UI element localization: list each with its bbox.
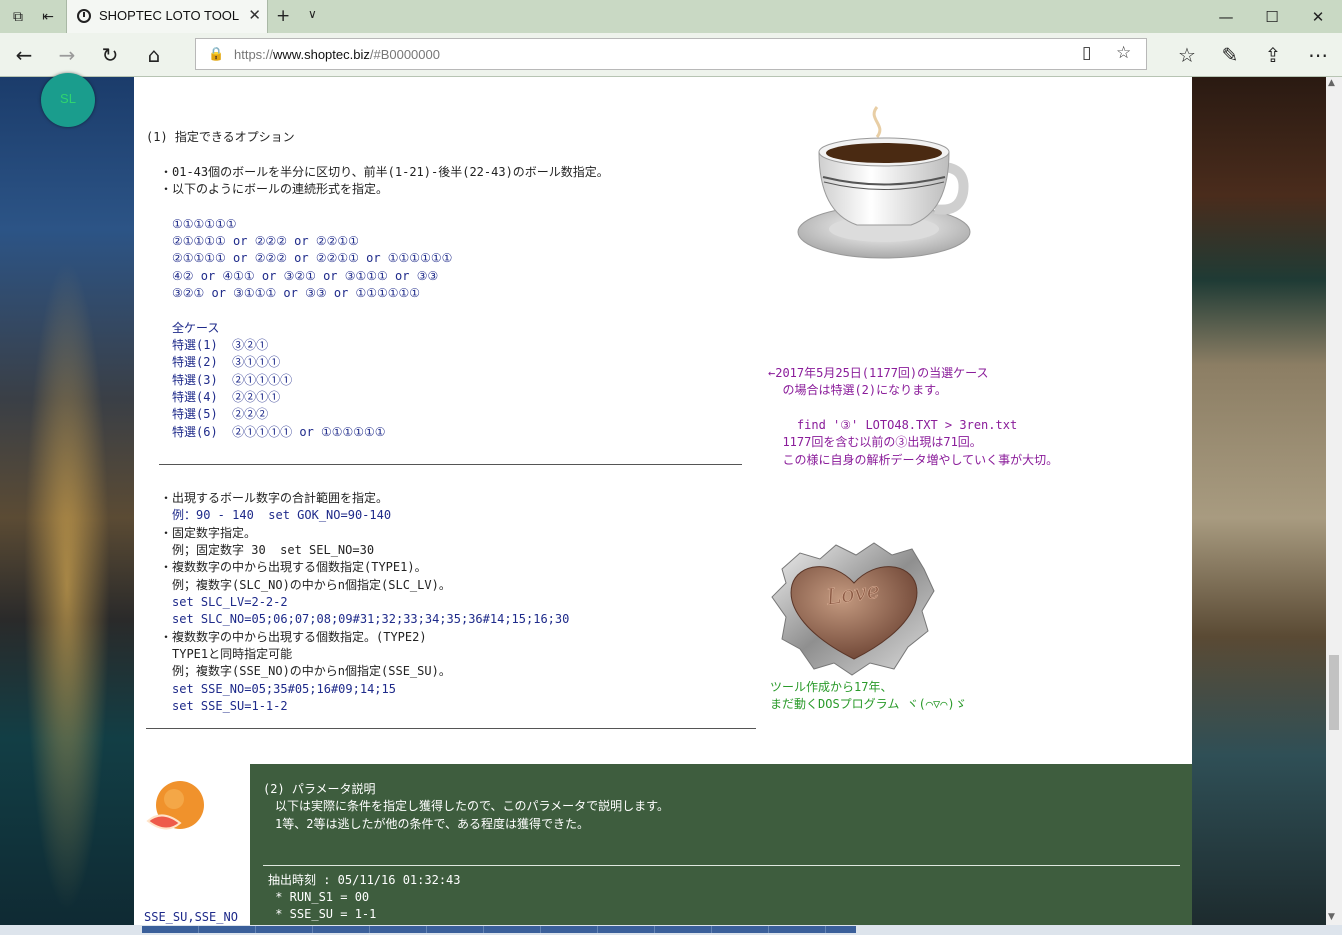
section1-title: (1) 指定できるオプション <box>146 130 295 144</box>
pattern-line-4: ④② or ④①① or ③②① or ③①①① or ③③ <box>172 269 439 283</box>
active-tab[interactable]: SHOPTEC LOTO TOOL ✕ <box>66 0 268 33</box>
options-intro-1: ・01-43個のボールを半分に区切り、前半(1-21)-後半(22-43)のボー… <box>160 165 609 179</box>
divider <box>159 464 742 465</box>
side-note-5: この様に自身の解析データ増やしていく事が大切。 <box>768 453 1059 467</box>
forward-arrow-icon[interactable]: → <box>47 33 87 76</box>
section2-line-1: 以下は実際に条件を指定し獲得したので、このパラメータで説明します。 <box>275 799 669 813</box>
pen-icon[interactable]: ✎ <box>1210 33 1250 76</box>
url-text[interactable]: https://www.shoptec.biz/#B0000000 <box>234 47 440 62</box>
lock-icon: 🔒 <box>208 47 225 62</box>
close-tab-icon[interactable]: ✕ <box>248 6 261 24</box>
reading-view-icon[interactable]: ▯ <box>1082 43 1091 63</box>
favorites-hub-icon[interactable]: ☆ <box>1167 33 1207 76</box>
output-line-3: * SSE_SU = 1-1 <box>268 907 377 921</box>
tab-actions-icon[interactable]: ⧉ <box>2 0 34 33</box>
choco-note-2: まだ動くDOSプログラム ヾ(⌒▽⌒)ゞ <box>770 697 967 711</box>
set-aside-tabs-icon[interactable]: ⇤ <box>32 0 64 33</box>
side-note-2: の場合は特選(2)になります。 <box>768 383 947 397</box>
chocolate-heart-image: Love <box>771 542 935 676</box>
pattern-line-3: ②①①①① or ②②② or ②②①① or ①①①①①① <box>172 251 453 265</box>
background-photo-left <box>0 77 134 925</box>
side-note-command: find '③' LOTO48.TXT > 3ren.txt <box>768 418 1018 432</box>
all-cases-title: 全ケース <box>172 321 220 335</box>
clock-icon <box>77 9 91 23</box>
share-icon[interactable]: ⇪ <box>1253 33 1293 76</box>
special-case-2: 特選(2) ③①①① <box>172 355 281 369</box>
special-case-5: 特選(5) ②②② <box>172 407 269 421</box>
refresh-icon[interactable]: ↻ <box>90 33 130 76</box>
range-line-4: ・複数数字の中から出現する個数指定。(TYPE2) <box>160 630 427 644</box>
type2-note: TYPE1と同時指定可能 <box>172 647 293 661</box>
type2-set2: set SSE_SU=1-1-2 <box>172 699 288 713</box>
tab-bar: ⧉ ⇤ SHOPTEC LOTO TOOL ✕ + ∨ — ☐ ✕ <box>0 0 1342 33</box>
side-note-4: 1177回を含む以前の③出現は71回。 <box>768 435 982 449</box>
scrollbar-thumb[interactable] <box>1329 655 1339 730</box>
divider <box>146 728 756 729</box>
range-line-1: ・出現するボール数字の合計範囲を指定。 <box>160 491 389 505</box>
range-line-3: ・複数数字の中から出現する個数指定(TYPE1)。 <box>160 560 427 574</box>
new-tab-icon[interactable]: + <box>276 6 290 26</box>
special-case-3: 特選(3) ②①①①① <box>172 373 293 387</box>
close-window-icon[interactable]: ✕ <box>1295 0 1341 33</box>
home-icon[interactable]: ⌂ <box>134 33 174 76</box>
tab-title: SHOPTEC LOTO TOOL <box>99 8 240 23</box>
background-photo-right <box>1192 77 1326 925</box>
type1-example: 例；複数字(SLC_NO)の中からn個指定(SLC_LV)。 <box>172 578 451 592</box>
sl-badge[interactable]: SL <box>41 73 95 127</box>
range-example: 例：90 - 140 set GOK_NO=90-140 <box>172 508 392 522</box>
pattern-line-5: ③②① or ③①①① or ③③ or ①①①①①① <box>172 286 421 300</box>
options-intro-2: ・以下のようにボールの連続形式を指定。 <box>160 182 389 196</box>
left-bottom-label: SSE_SU,SSE_NO <box>144 910 238 924</box>
panel-divider <box>263 865 1180 866</box>
minimize-icon[interactable]: — <box>1203 0 1249 33</box>
range-line-2: ・固定数字指定。 <box>160 526 257 540</box>
type2-example: 例；複数字(SSE_NO)の中からn個指定(SSE_SU)。 <box>172 664 451 678</box>
type1-set1: set SLC_LV=2-2-2 <box>172 595 288 609</box>
pattern-line-1: ①①①①①① <box>172 217 237 231</box>
address-bar[interactable]: 🔒 https://www.shoptec.biz/#B0000000 ▯ ☆ <box>195 38 1147 70</box>
fixed-example: 例；固定数字 30 set SEL_NO=30 <box>172 543 375 557</box>
maximize-icon[interactable]: ☐ <box>1249 0 1295 33</box>
pattern-line-2: ②①①①① or ②②② or ②②①① <box>172 234 359 248</box>
side-note-1: ←2017年5月25日(1177回)の当選ケース <box>768 366 989 380</box>
choco-note-1: ツール作成から17年、 <box>770 680 893 694</box>
back-arrow-icon[interactable]: ← <box>4 33 44 76</box>
vertical-scrollbar[interactable] <box>1326 77 1342 925</box>
grapefruit-image <box>146 781 204 830</box>
output-line-2: * RUN_S1 = 00 <box>268 890 370 904</box>
navigation-bar: ← → ↻ ⌂ 🔒 https://www.shoptec.biz/#B0000… <box>0 33 1342 77</box>
parameter-panel <box>250 764 1192 925</box>
coffee-cup-image <box>797 106 971 259</box>
section2-line-2: 1等、2等は逃したが他の条件で、ある程度は獲得できた。 <box>275 817 589 831</box>
special-case-1: 特選(1) ③②① <box>172 338 269 352</box>
type2-set1: set SSE_NO=05;35#05;16#09;14;15 <box>172 682 396 696</box>
scroll-up-icon[interactable]: ▲ <box>1328 78 1335 88</box>
special-case-6: 特選(6) ②①①①① or ①①①①①① <box>172 425 386 439</box>
star-icon[interactable]: ☆ <box>1116 43 1131 63</box>
special-case-4: 特選(4) ②②①① <box>172 390 281 404</box>
scroll-down-icon[interactable]: ▼ <box>1328 912 1335 922</box>
output-line-1: 抽出時刻 : 05/11/16 01:32:43 <box>268 873 461 887</box>
bottom-navigation-bar[interactable] <box>142 926 856 933</box>
chevron-down-icon[interactable]: ∨ <box>308 7 317 21</box>
more-icon[interactable]: ⋯ <box>1298 33 1338 76</box>
type1-set2: set SLC_NO=05;06;07;08;09#31;32;33;34;35… <box>172 612 570 626</box>
section2-title: (2) パラメータ説明 <box>263 782 376 796</box>
